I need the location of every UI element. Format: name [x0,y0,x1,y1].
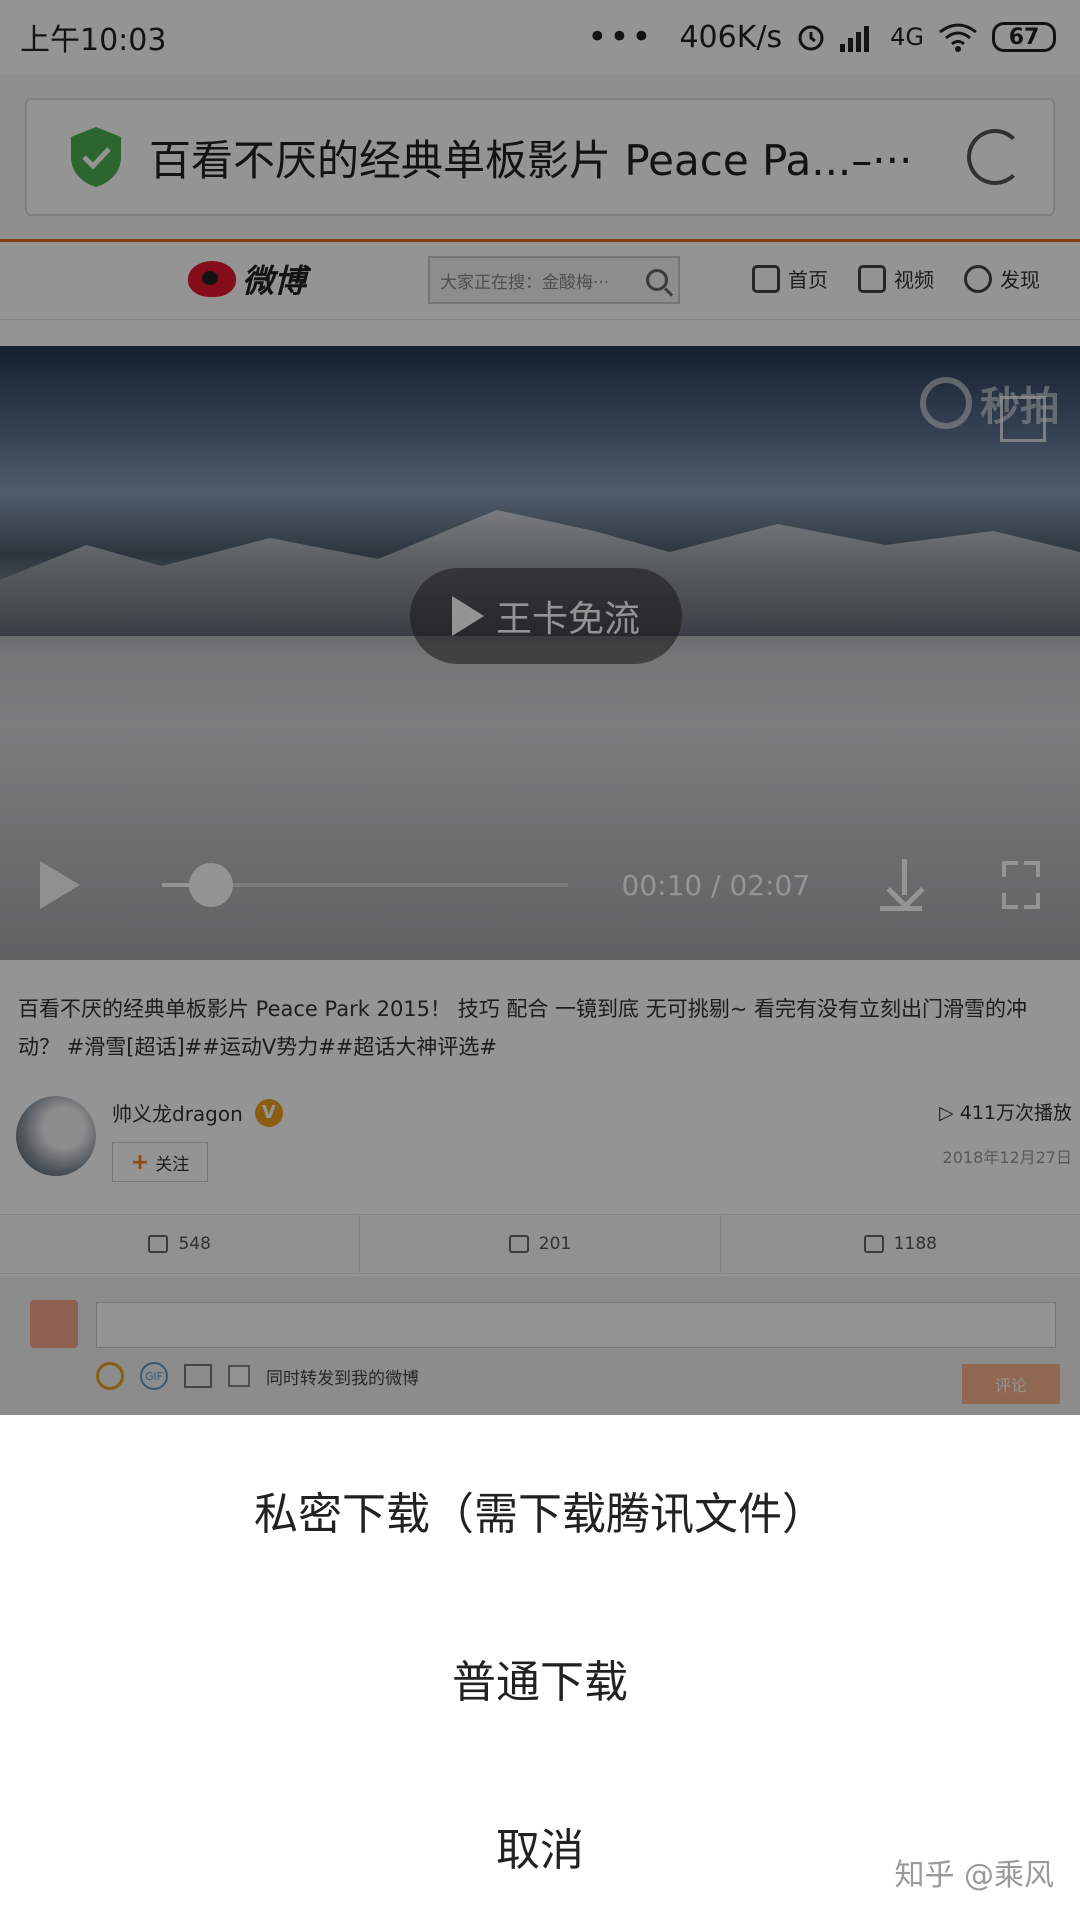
normal-download-option[interactable]: 普通下载 [0,1623,1080,1733]
credit-watermark: 知乎 @乘风 [894,1858,1054,1893]
private-download-option[interactable]: 私密下载（需下载腾讯文件） [0,1455,1080,1565]
download-action-sheet: 私密下载（需下载腾讯文件） 普通下载 取消 知乎 @乘风 [0,1415,1080,1920]
modal-backdrop[interactable] [0,0,1080,1415]
